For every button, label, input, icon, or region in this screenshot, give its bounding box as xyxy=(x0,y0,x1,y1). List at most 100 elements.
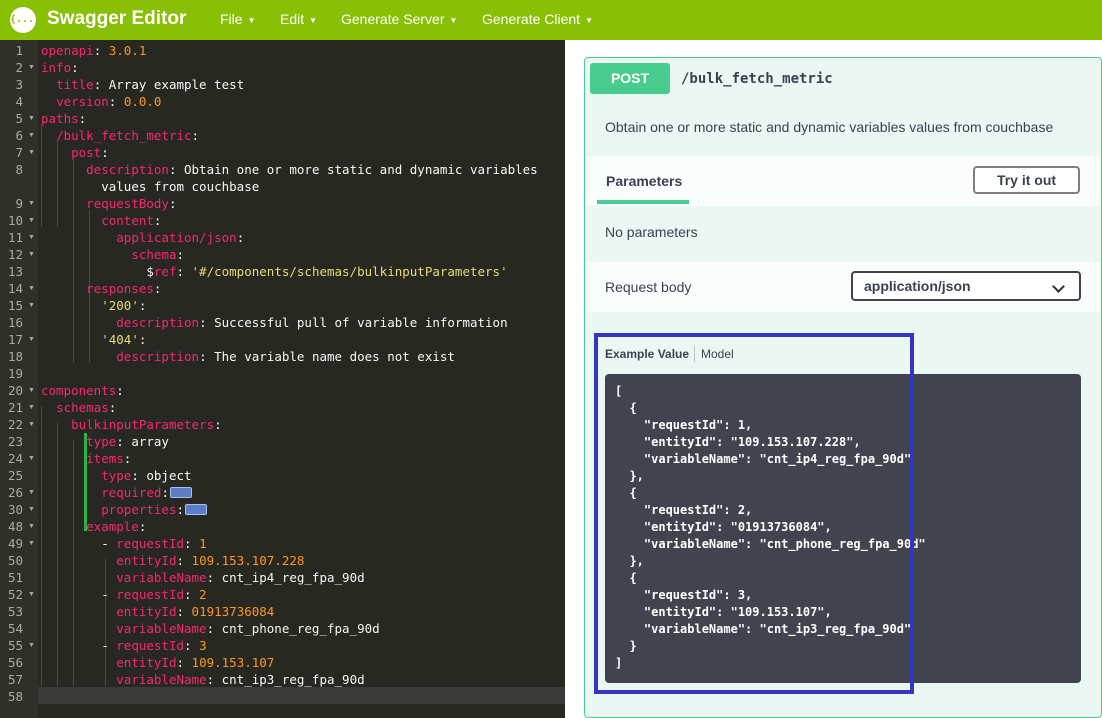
code-line[interactable]: 5 ▼ paths: xyxy=(0,110,565,127)
code-line[interactable]: 48 ▼ example: xyxy=(0,518,565,535)
line-number: 3 xyxy=(15,77,23,92)
fold-arrow-icon[interactable]: ▼ xyxy=(28,285,35,292)
swagger-logo-icon: {...} xyxy=(10,7,40,33)
code-line[interactable]: 13 $ref: '#/components/schemas/bulkinput… xyxy=(0,263,565,280)
code-line[interactable]: 58 xyxy=(0,688,565,705)
code-text: example: xyxy=(86,519,147,534)
code-line[interactable]: 54 variableName: cnt_phone_reg_fpa_90d xyxy=(0,620,565,637)
menu-generate-client[interactable]: Generate Client ▼ xyxy=(482,11,593,27)
code-line[interactable]: 18 description: The variable name does n… xyxy=(0,348,565,365)
code-line[interactable]: 8 description: Obtain one or more static… xyxy=(0,161,565,178)
folded-block-icon[interactable] xyxy=(185,504,208,515)
line-number: 21 xyxy=(7,400,23,415)
line-number: 30 xyxy=(7,502,23,517)
code-text: variableName: cnt_phone_reg_fpa_90d xyxy=(116,621,380,636)
code-line[interactable]: 20 ▼ components: xyxy=(0,382,565,399)
fold-arrow-icon[interactable]: ▼ xyxy=(28,217,35,224)
fold-arrow-icon[interactable]: ▼ xyxy=(28,506,35,513)
menu-generate-server[interactable]: Generate Server ▼ xyxy=(341,11,457,27)
code-line[interactable]: 12 ▼ schema: xyxy=(0,246,565,263)
fold-arrow-icon[interactable]: ▼ xyxy=(28,591,35,598)
line-number: 6 xyxy=(15,128,23,143)
fold-arrow-icon[interactable]: ▼ xyxy=(28,387,35,394)
fold-arrow-icon[interactable]: ▼ xyxy=(28,251,35,258)
fold-arrow-icon[interactable]: ▼ xyxy=(28,302,35,309)
code-line[interactable]: 3 title: Array example test xyxy=(0,76,565,93)
fold-arrow-icon[interactable]: ▼ xyxy=(28,642,35,649)
fold-arrow-icon[interactable]: ▼ xyxy=(28,489,35,496)
fold-arrow-icon[interactable]: ▼ xyxy=(28,523,35,530)
code-line[interactable]: 15 ▼ '200': xyxy=(0,297,565,314)
code-text: values from couchbase xyxy=(101,179,260,194)
code-line[interactable]: 25 type: object xyxy=(0,467,565,484)
folded-block-icon[interactable] xyxy=(169,487,192,498)
line-number: 24 xyxy=(7,451,23,466)
fold-arrow-icon[interactable]: ▼ xyxy=(28,149,35,156)
code-line[interactable]: 10 ▼ content: xyxy=(0,212,565,229)
tab-parameters[interactable]: Parameters xyxy=(606,173,682,189)
code-line[interactable]: 51 variableName: cnt_ip4_reg_fpa_90d xyxy=(0,569,565,586)
yaml-editor[interactable]: 1 openapi: 3.0.1 2 ▼ info: 3 title: Array exa… xyxy=(0,40,565,718)
operation-path[interactable]: /bulk_fetch_metric xyxy=(681,71,833,87)
code-text: properties: xyxy=(41,501,208,518)
code-line[interactable]: 49 ▼ - requestId: 1 xyxy=(0,535,565,552)
code-line[interactable]: 56 entityId: 109.153.107 xyxy=(0,654,565,671)
code-line[interactable]: 11 ▼ application/json: xyxy=(0,229,565,246)
code-line[interactable]: 4 version: 0.0.0 xyxy=(0,93,565,110)
fold-arrow-icon[interactable]: ▼ xyxy=(28,132,35,139)
caret-down-icon: ▼ xyxy=(585,16,593,25)
line-number: 12 xyxy=(7,247,23,262)
code-line[interactable]: 17 ▼ '404': xyxy=(0,331,565,348)
line-number: 13 xyxy=(7,264,23,279)
code-text: openapi: 3.0.1 xyxy=(41,43,147,58)
menu-file[interactable]: File ▼ xyxy=(220,11,255,27)
line-number: 9 xyxy=(15,196,23,211)
code-line[interactable]: 16 description: Successful pull of varia… xyxy=(0,314,565,331)
try-it-out-button[interactable]: Try it out xyxy=(973,166,1080,194)
fold-arrow-icon[interactable]: ▼ xyxy=(28,336,35,343)
highlight-annotation-box xyxy=(594,333,914,694)
fold-arrow-icon[interactable]: ▼ xyxy=(28,455,35,462)
code-line[interactable]: 30 ▼ properties: xyxy=(0,501,565,518)
fold-arrow-icon[interactable]: ▼ xyxy=(28,115,35,122)
code-line[interactable]: 1 openapi: 3.0.1 xyxy=(0,42,565,59)
code-line[interactable]: 55 ▼ - requestId: 3 xyxy=(0,637,565,654)
request-body-label: Request body xyxy=(605,279,692,295)
code-text: entityId: 01913736084 xyxy=(116,604,275,619)
line-number: 50 xyxy=(7,553,23,568)
code-line[interactable]: 9 ▼ requestBody: xyxy=(0,195,565,212)
code-line[interactable]: 50 entityId: 109.153.107.228 xyxy=(0,552,565,569)
fold-arrow-icon[interactable]: ▼ xyxy=(28,540,35,547)
code-line[interactable]: 22 ▼ bulkinputParameters: xyxy=(0,416,565,433)
http-method-badge[interactable]: POST xyxy=(590,63,670,94)
code-text: bulkinputParameters: xyxy=(71,417,222,432)
fold-arrow-icon[interactable]: ▼ xyxy=(28,64,35,71)
code-line[interactable]: 14 ▼ responses: xyxy=(0,280,565,297)
code-line[interactable]: 2 ▼ info: xyxy=(0,59,565,76)
code-line[interactable]: 57 variableName: cnt_ip3_reg_fpa_90d xyxy=(0,671,565,688)
fold-arrow-icon[interactable]: ▼ xyxy=(28,234,35,241)
menu-edit[interactable]: Edit ▼ xyxy=(280,11,317,27)
code-line[interactable]: 7 ▼ post: xyxy=(0,144,565,161)
code-line[interactable]: 24 ▼ items: xyxy=(0,450,565,467)
fold-arrow-icon[interactable]: ▼ xyxy=(28,404,35,411)
code-text: type: array xyxy=(86,434,169,449)
code-line[interactable]: 19 xyxy=(0,365,565,382)
code-line[interactable]: 23 type: array xyxy=(0,433,565,450)
content-type-select[interactable]: application/json xyxy=(851,271,1081,301)
code-line[interactable]: values from couchbase xyxy=(0,178,565,195)
line-number: 55 xyxy=(7,638,23,653)
code-line[interactable]: 52 ▼ - requestId: 2 xyxy=(0,586,565,603)
code-line[interactable]: 21 ▼ schemas: xyxy=(0,399,565,416)
line-number: 49 xyxy=(7,536,23,551)
fold-arrow-icon[interactable]: ▼ xyxy=(28,200,35,207)
fold-arrow-icon[interactable]: ▼ xyxy=(28,421,35,428)
code-text: - requestId: 1 xyxy=(101,536,207,551)
code-text: variableName: cnt_ip3_reg_fpa_90d xyxy=(116,672,365,687)
line-number: 56 xyxy=(7,655,23,670)
line-number: 19 xyxy=(7,366,23,381)
code-line[interactable]: 6 ▼ /bulk_fetch_metric: xyxy=(0,127,565,144)
code-line[interactable]: 26 ▼ required: xyxy=(0,484,565,501)
code-line[interactable]: 53 entityId: 01913736084 xyxy=(0,603,565,620)
parameters-header: Parameters Try it out xyxy=(586,156,1100,206)
